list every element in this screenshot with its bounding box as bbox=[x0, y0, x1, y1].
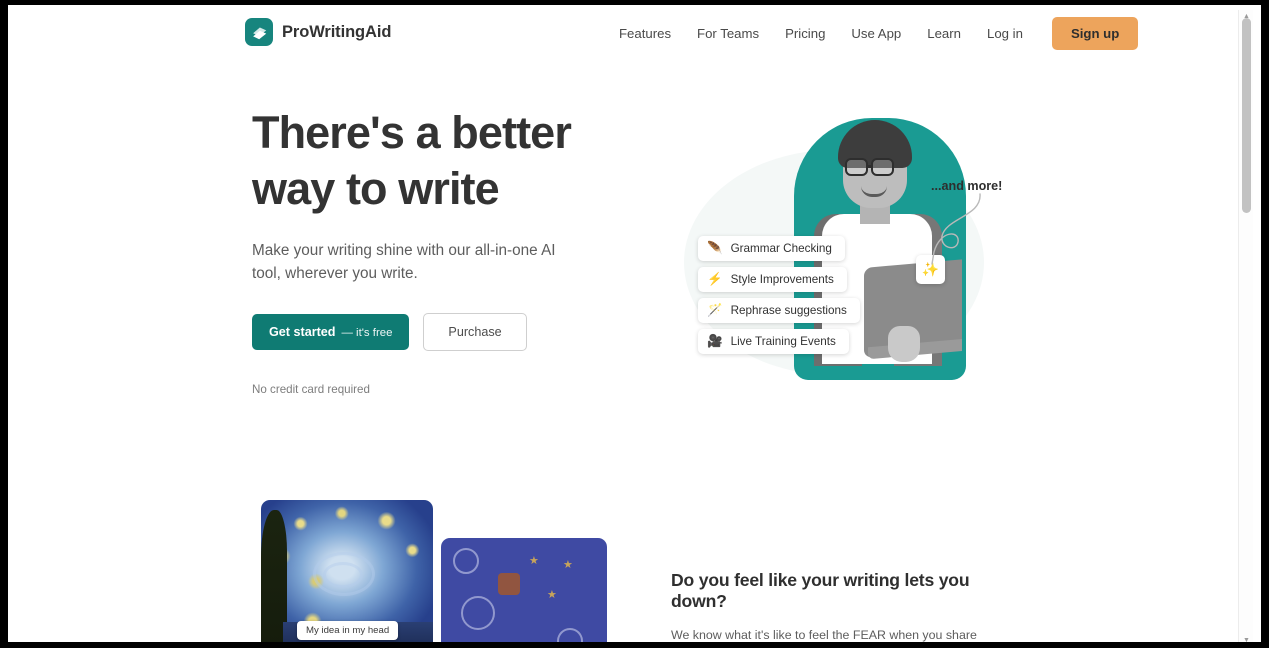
glasses-left-lens bbox=[845, 158, 868, 176]
brand-name: ProWritingAid bbox=[282, 22, 392, 41]
doodle-spiral-3 bbox=[557, 628, 583, 642]
window-left-border bbox=[0, 0, 8, 648]
get-started-label: Get started bbox=[269, 325, 336, 340]
nav-link-for-teams[interactable]: For Teams bbox=[684, 20, 772, 47]
sparkle-icon-card: ✨ bbox=[916, 255, 945, 284]
vertical-scrollbar[interactable]: ▲ ▼ bbox=[1238, 10, 1253, 642]
hero-subtitle: Make your writing shine with our all-in-… bbox=[252, 241, 556, 282]
hand bbox=[888, 326, 920, 362]
feature-pill-rephrase-suggestions: 🪄 Rephrase suggestions bbox=[698, 298, 860, 323]
magic-wand-icon: 🪄 bbox=[707, 303, 723, 318]
hero-title-line-2: way to write bbox=[252, 162, 500, 214]
doodle-spiral-1 bbox=[453, 548, 479, 574]
hero-cta-group: Get started — it's free Purchase bbox=[252, 313, 612, 352]
feature-pill-label: Style Improvements bbox=[730, 273, 834, 286]
section-2-text-block: Do you feel like your writing lets you d… bbox=[671, 570, 1016, 642]
feature-pill-style-improvements: ⚡ Style Improvements bbox=[698, 267, 847, 292]
quill-pen-icon: 🪶 bbox=[707, 241, 723, 256]
and-more-callout: ...and more! bbox=[931, 179, 1003, 193]
starry-night-comparison-image: My idea in my head ★ ★ ★ bbox=[257, 500, 607, 642]
feature-pill-label: Live Training Events bbox=[730, 335, 836, 348]
crude-drawing-panel: ★ ★ ★ bbox=[441, 538, 607, 642]
nav-link-features[interactable]: Features bbox=[606, 20, 684, 47]
hero-illustration: 🪶 Grammar Checking ⚡ Style Improvements … bbox=[676, 110, 1021, 400]
page-title: There's a better way to write bbox=[252, 105, 612, 217]
nav-link-log-in[interactable]: Log in bbox=[974, 20, 1036, 47]
book-logo-icon bbox=[245, 18, 273, 46]
movie-camera-icon: 🎥 bbox=[707, 334, 723, 349]
browser-window: ProWritingAid Features For Teams Pricing… bbox=[0, 0, 1269, 648]
feature-pill-label: Rephrase suggestions bbox=[730, 304, 847, 317]
nav-link-learn[interactable]: Learn bbox=[914, 20, 974, 47]
purchase-button[interactable]: Purchase bbox=[423, 313, 527, 352]
section-2-heading: Do you feel like your writing lets you d… bbox=[671, 570, 970, 611]
page-content: ProWritingAid Features For Teams Pricing… bbox=[8, 5, 1246, 642]
site-header: ProWritingAid Features For Teams Pricing… bbox=[8, 5, 1246, 61]
doodle-star-2: ★ bbox=[563, 559, 573, 571]
swirl-inner bbox=[323, 562, 363, 588]
hero-title-line-1: There's a better bbox=[252, 107, 572, 158]
glasses-bridge bbox=[868, 165, 873, 168]
page-viewport: ProWritingAid Features For Teams Pricing… bbox=[8, 5, 1261, 642]
image-caption-label: My idea in my head bbox=[297, 621, 399, 640]
section-2-body: We know what it's like to feel the FEAR … bbox=[671, 628, 977, 642]
scrollbar-thumb[interactable] bbox=[1242, 18, 1251, 213]
get-started-button[interactable]: Get started — it's free bbox=[252, 314, 410, 351]
no-credit-card-note: No credit card required bbox=[252, 383, 370, 397]
doodle-star-1: ★ bbox=[529, 555, 539, 567]
window-top-border bbox=[0, 0, 1269, 5]
sign-up-button[interactable]: Sign up bbox=[1051, 16, 1139, 50]
doodle-moon bbox=[498, 573, 520, 595]
glasses-right-lens bbox=[871, 158, 894, 176]
hero-text-block: There's a better way to write Make your … bbox=[252, 105, 612, 396]
doodle-star-3: ★ bbox=[547, 589, 557, 601]
nav-link-pricing[interactable]: Pricing bbox=[772, 20, 838, 47]
sparkle-icon: ✨ bbox=[921, 261, 940, 277]
brand-logo-link[interactable]: ProWritingAid bbox=[245, 18, 391, 46]
main-navigation: Features For Teams Pricing Use App Learn… bbox=[606, 5, 1139, 61]
lightning-bolt-icon: ⚡ bbox=[707, 272, 723, 287]
nav-link-use-app[interactable]: Use App bbox=[838, 20, 914, 47]
window-bottom-border bbox=[0, 642, 1269, 648]
feature-pill-label: Grammar Checking bbox=[730, 242, 832, 255]
get-started-suffix: — it's free bbox=[341, 327, 393, 340]
feature-pill-live-training-events: 🎥 Live Training Events bbox=[698, 329, 849, 354]
feature-pill-grammar-checking: 🪶 Grammar Checking bbox=[698, 236, 845, 261]
doodle-spiral-2 bbox=[461, 596, 495, 630]
